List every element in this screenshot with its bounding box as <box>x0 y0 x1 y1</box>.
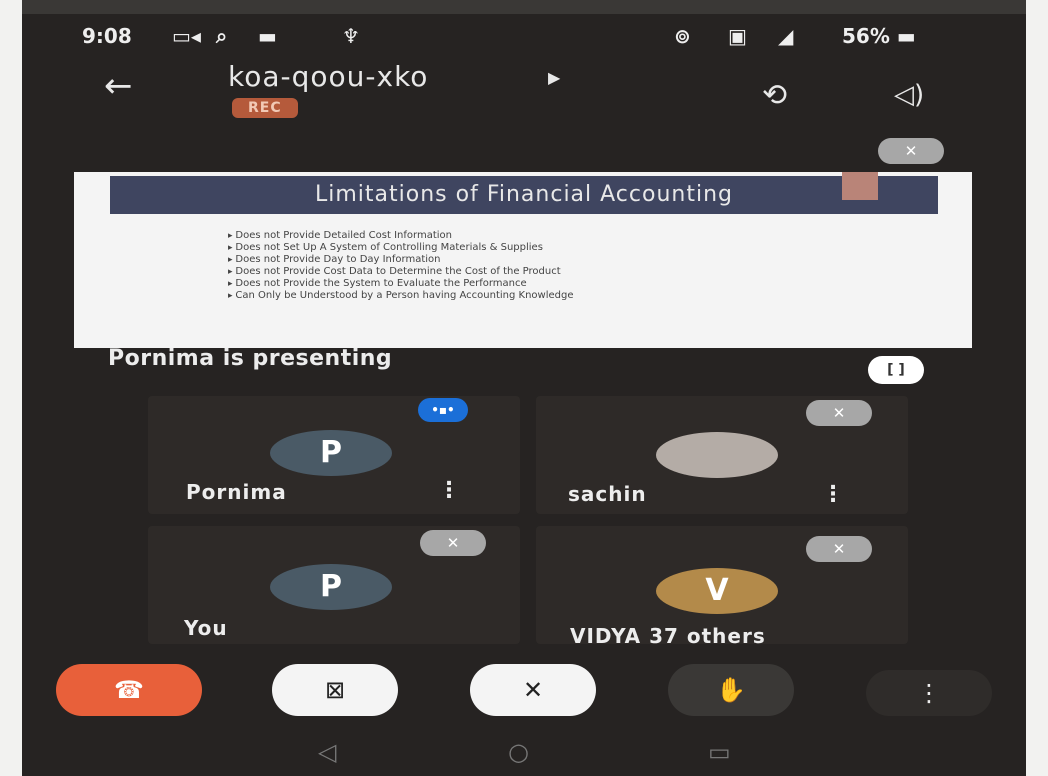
switch-camera-icon[interactable]: ⟲ <box>762 78 787 113</box>
presenting-label: Pornima is presenting <box>108 346 393 371</box>
microphone-icon: ♆ <box>342 24 360 48</box>
meeting-code[interactable]: koa-qoou-xko <box>228 60 428 93</box>
slide-bullet: Does not Provide Detailed Cost Informati… <box>228 230 574 242</box>
mic-off-button[interactable]: ✕ <box>470 664 596 716</box>
participant-name: Pornima <box>186 480 287 504</box>
avatar: V <box>656 568 778 614</box>
more-vert-icon[interactable]: ⋮ <box>438 478 460 503</box>
slide-bullet: Does not Provide Cost Data to Determine … <box>228 266 574 278</box>
battery-level: 56% <box>842 24 890 48</box>
participant-tile[interactable]: ✕ sachin ⋮ <box>536 396 908 514</box>
caret-right-icon[interactable]: ▶ <box>548 68 560 87</box>
phone-screen: 9:08 ▭◂ ⌕ ▬ ♆ ⊚ ▣ ◢ 56% ▬ ← koa-qoou-xko… <box>22 0 1026 776</box>
mic-off-icon: ✕ <box>522 676 544 704</box>
speaking-indicator-icon: •▪• <box>418 398 468 422</box>
mic-off-icon: ✕ <box>420 530 486 556</box>
end-call-icon: ☎ <box>114 676 144 704</box>
slide-decoration <box>842 172 878 200</box>
participant-name: You <box>184 616 228 640</box>
more-options-button[interactable]: ⋮ <box>866 670 992 716</box>
nav-recents-icon[interactable]: ▭ <box>708 738 731 766</box>
rec-badge: REC <box>232 98 298 118</box>
presenter-mic-off-icon: ✕ <box>878 138 944 164</box>
avatar: P <box>270 430 392 476</box>
slide-bullet-list: Does not Provide Detailed Cost Informati… <box>228 230 574 302</box>
mic-off-icon: ✕ <box>806 400 872 426</box>
battery-indicator: 56% ▬ <box>842 24 916 48</box>
speaker-icon[interactable]: ◁) <box>894 80 924 110</box>
mic-off-icon: ✕ <box>806 536 872 562</box>
camera-off-icon: ⊠ <box>324 676 346 704</box>
participant-tile[interactable]: ✕ P You <box>148 526 520 644</box>
camera-off-button[interactable]: ⊠ <box>272 664 398 716</box>
video-camera-icon: ▭◂ <box>172 24 201 48</box>
battery-icon: ▬ <box>896 24 916 48</box>
nav-home-icon[interactable]: ○ <box>508 738 529 766</box>
more-vert-icon[interactable]: ⋮ <box>822 482 844 507</box>
screen-icon: ▬ <box>258 24 277 48</box>
shared-screen: Limitations of Financial Accounting Does… <box>74 172 972 348</box>
status-time: 9:08 <box>82 24 132 48</box>
participant-tile[interactable]: •▪• P Pornima ⋮ <box>148 396 520 514</box>
slide-bullet: Does not Set Up A System of Controlling … <box>228 242 574 254</box>
hotspot-icon: ⊚ <box>674 24 691 48</box>
screen-top-edge <box>22 0 1026 14</box>
back-arrow-icon[interactable]: ← <box>104 66 133 106</box>
raise-hand-button[interactable]: ✋ <box>668 664 794 716</box>
slide-bullet: Does not Provide the System to Evaluate … <box>228 278 574 290</box>
search-icon: ⌕ <box>216 24 228 48</box>
avatar <box>656 432 778 478</box>
slide-bullet: Does not Provide Day to Day Information <box>228 254 574 266</box>
nav-back-icon[interactable]: ◁ <box>318 738 336 766</box>
slide-title: Limitations of Financial Accounting <box>110 176 938 214</box>
avatar: P <box>270 564 392 610</box>
status-bar: 9:08 ▭◂ ⌕ ▬ ♆ ⊚ ▣ ◢ 56% ▬ <box>22 24 1026 56</box>
participant-tile[interactable]: ✕ V VIDYA 37 others <box>536 526 908 648</box>
more-vert-icon: ⋮ <box>917 679 941 707</box>
end-call-button[interactable]: ☎ <box>56 664 202 716</box>
participant-name: sachin <box>568 482 647 506</box>
4g-signal-icon: ◢ <box>778 24 794 48</box>
volte-icon: ▣ <box>728 24 747 48</box>
meeting-header: ← koa-qoou-xko ▶ REC ⟲ ◁) <box>22 56 1026 126</box>
slide-bullet: Can Only be Understood by a Person havin… <box>228 290 573 302</box>
fullscreen-icon[interactable]: [ ] <box>868 356 924 384</box>
participant-name: VIDYA 37 others <box>570 624 766 648</box>
raise-hand-icon: ✋ <box>716 676 746 704</box>
